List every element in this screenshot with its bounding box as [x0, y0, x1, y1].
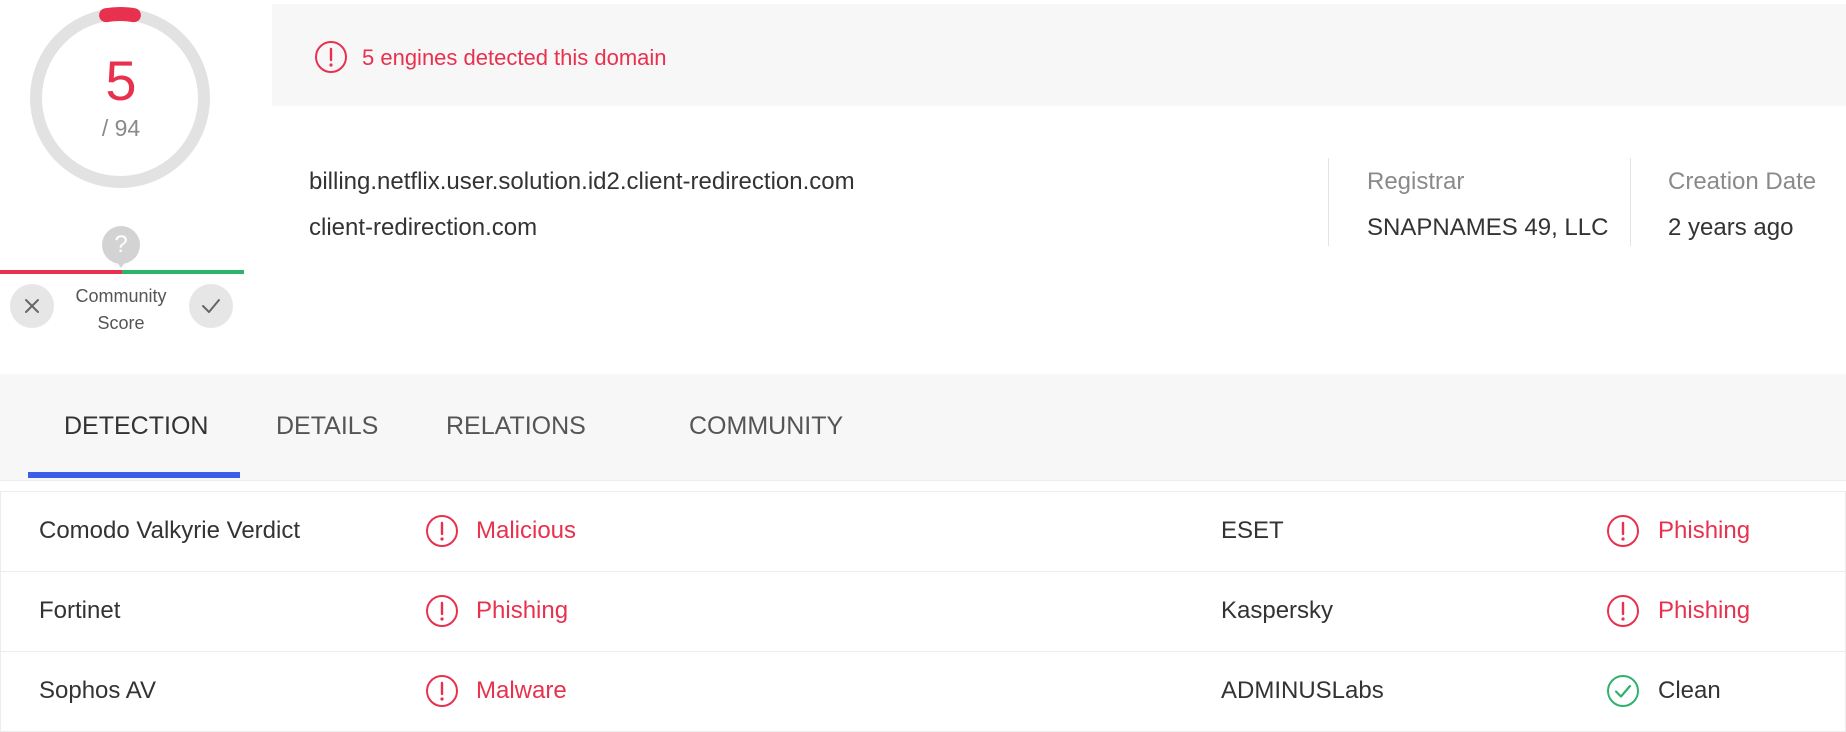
community-label-line2: Score	[97, 313, 145, 333]
detection-table: Comodo Valkyrie Verdict Malicious ESET Phis…	[0, 491, 1846, 732]
alert-circle-icon	[426, 515, 458, 547]
verdict-label: Phishing	[1658, 517, 1751, 544]
table-row: Fortinet Phishing Kaspersky Phishing	[0, 572, 1846, 652]
tab-details[interactable]: DETAILS	[276, 406, 378, 446]
table-row: Comodo Valkyrie Verdict Malicious ESET Phis…	[0, 491, 1846, 572]
community-score-label: Community Score	[66, 283, 176, 337]
verdict-label: Phishing	[1658, 597, 1751, 624]
alert-circle-icon	[1607, 595, 1639, 627]
alert-circle-icon	[426, 595, 458, 627]
registrar-value: SNAPNAMES 49, LLC	[1367, 214, 1609, 241]
detection-alert-banner: 5 engines detected this domain	[272, 4, 1846, 106]
tab-community[interactable]: COMMUNITY	[689, 406, 843, 446]
alert-circle-icon	[1607, 515, 1639, 547]
registrar-label: Registrar	[1367, 168, 1465, 195]
community-bar-positive	[122, 270, 244, 274]
engine-total: / 94	[101, 115, 141, 141]
detection-alert-text: 5 engines detected this domain	[362, 45, 667, 70]
community-bar-negative	[0, 270, 122, 274]
engine-name: ADMINUSLabs	[1221, 677, 1384, 704]
score-arc	[99, 7, 141, 23]
domain-name: billing.netflix.user.solution.id2.client…	[309, 168, 855, 195]
tab-relations[interactable]: RELATIONS	[446, 406, 586, 446]
creation-date-value: 2 years ago	[1668, 214, 1794, 241]
verdict-label: Clean	[1658, 677, 1721, 704]
verdict-label: Malware	[476, 677, 567, 704]
engine-name: Comodo Valkyrie Verdict	[39, 517, 300, 544]
meta-divider	[1328, 158, 1329, 246]
community-marker-pointer	[114, 258, 128, 268]
engine-name: Sophos AV	[39, 677, 156, 704]
verdict-label: Malicious	[476, 517, 577, 544]
engine-name: Kaspersky	[1221, 597, 1334, 624]
tab-bar: DETECTION DETAILS RELATIONS COMMUNITY	[0, 374, 1846, 481]
community-label-line1: Community	[75, 286, 167, 306]
alert-circle-icon	[315, 41, 347, 73]
creation-date-label: Creation Date	[1668, 168, 1817, 195]
downvote-button[interactable]	[10, 284, 54, 328]
verdict-label: Phishing	[476, 597, 569, 624]
check-icon	[202, 299, 220, 313]
meta-divider	[1630, 158, 1631, 246]
check-circle-icon	[1607, 675, 1639, 707]
engine-name: ESET	[1221, 517, 1284, 544]
x-icon	[25, 299, 39, 313]
alert-circle-icon	[426, 675, 458, 707]
upvote-button[interactable]	[189, 284, 233, 328]
active-tab-indicator	[28, 472, 240, 478]
parent-domain[interactable]: client-redirection.com	[309, 212, 537, 244]
detection-count: 5	[105, 49, 137, 112]
table-row: Sophos AV Malware ADMINUSLabs Clean	[0, 652, 1846, 732]
engine-name: Fortinet	[39, 597, 121, 624]
tab-detection[interactable]: DETECTION	[64, 406, 208, 446]
